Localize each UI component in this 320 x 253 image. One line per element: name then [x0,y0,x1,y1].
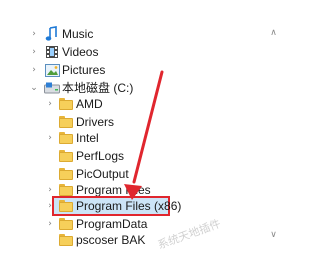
scroll-up-icon[interactable]: ∧ [265,24,282,41]
scroll-down-icon[interactable]: ∨ [265,226,282,243]
navigation-tree-pane: › Music › Videos › Pictures ⌄ 本地磁盘 (C:) … [0,0,264,252]
annotation-arrow [124,70,164,200]
vertical-scrollbar[interactable]: ∧ ∨ [265,0,282,248]
